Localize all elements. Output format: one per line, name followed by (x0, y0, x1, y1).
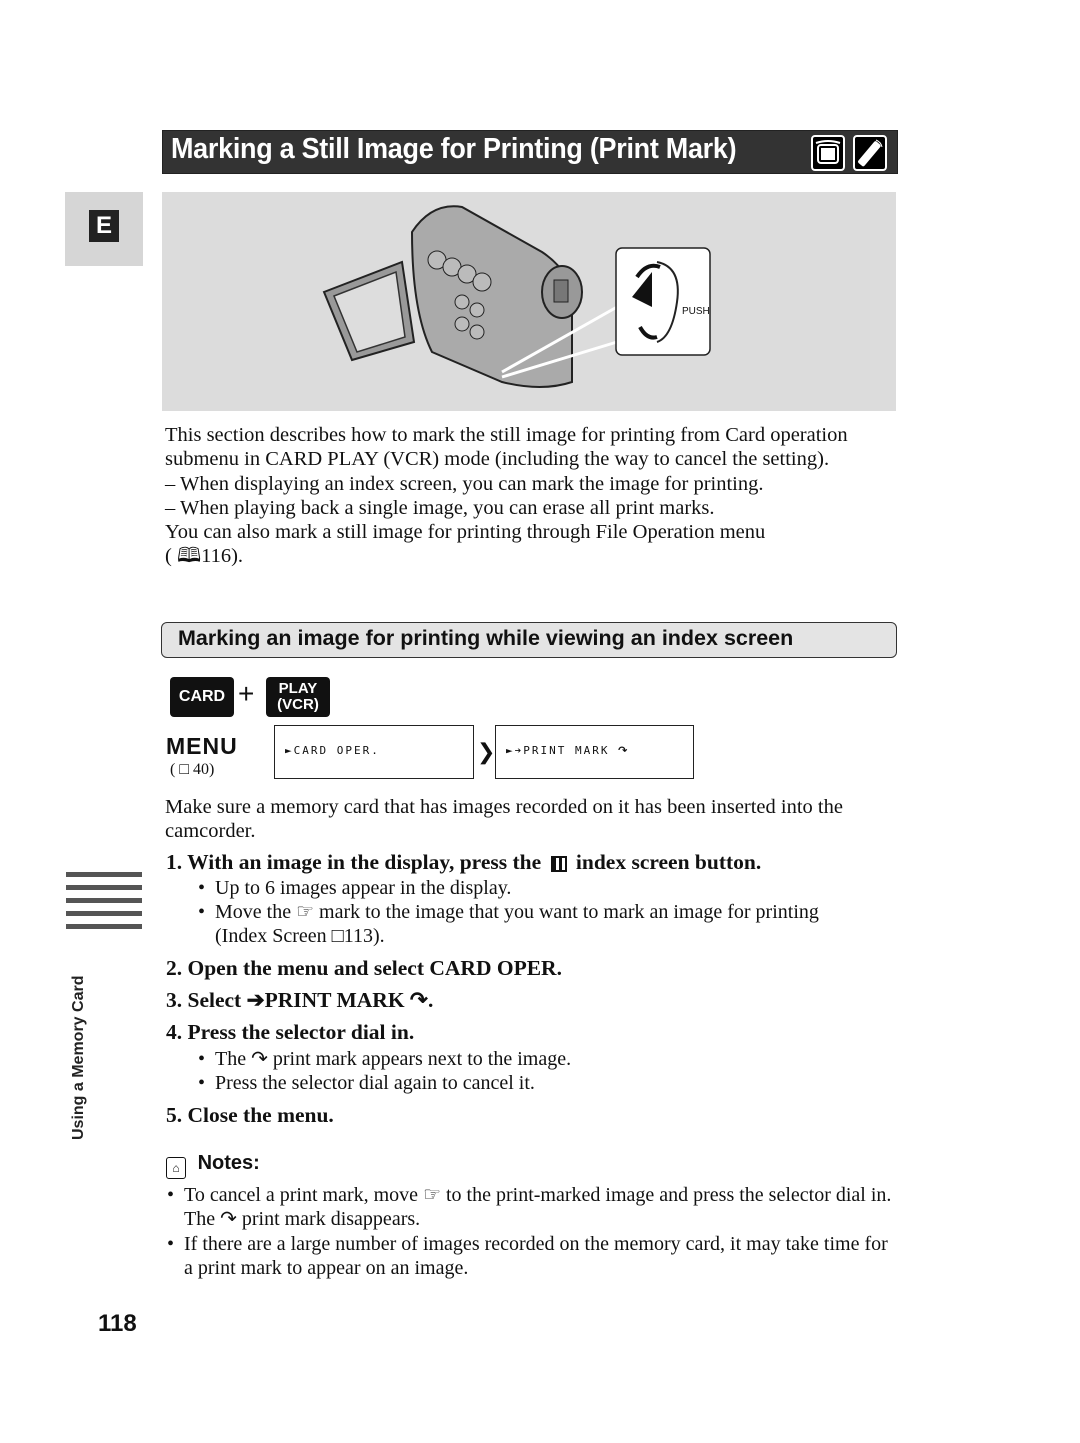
note-item: If there are a large number of images re… (167, 1232, 899, 1281)
chapter-bar (66, 885, 142, 890)
card-mode-key: CARD (170, 677, 234, 717)
step-text-b: index screen button. (575, 850, 762, 874)
camcorder-icon (811, 135, 845, 171)
menu-page-ref: ( □ 40) (170, 761, 215, 778)
play-vcr-mode-key: PLAY (VCR) (266, 677, 330, 717)
step-1-bullet: Up to 6 images appear in the display. (198, 876, 855, 901)
notes-icon: ⌂ (166, 1157, 186, 1179)
intro-also: You can also mark a still image for prin… (165, 521, 766, 544)
menu-item-print-mark: ►➔PRINT MARK (506, 744, 610, 757)
step-text: Open the menu and select CARD OPER. (187, 956, 562, 980)
step-number: 4. (166, 1020, 183, 1044)
intro-dash-item: – When displaying an index screen, you c… (165, 472, 764, 495)
step-1: 1. With an image in the display, press t… (166, 850, 761, 875)
notes-title: Notes: (197, 1152, 260, 1174)
menu-screen-card-oper: ►CARD OPER. (274, 725, 474, 779)
step-3: 3. Select ➔PRINT MARK ↷. (166, 988, 433, 1013)
step-text: Press the selector dial in. (187, 1020, 415, 1044)
menu-screen-print-mark: ►➔PRINT MARK ↷ (495, 725, 694, 779)
language-tab: E (65, 192, 143, 266)
step-number: 1. (166, 850, 183, 874)
page-number: 118 (98, 1310, 137, 1337)
intro-section: This section describes how to mark the s… (165, 423, 905, 569)
menu-next-arrow-icon: ❯ (477, 740, 496, 765)
chapter-label: Using a Memory Card (70, 975, 87, 1140)
prerequisite-text: Make sure a memory card that has images … (165, 796, 843, 843)
step-4-bullet: The ↷ print mark appears next to the ima… (198, 1047, 855, 1072)
chapter-bar (66, 872, 142, 877)
section-subheading: Marking an image for printing while view… (161, 622, 897, 658)
step-number: 5. (166, 1103, 183, 1127)
menu-label: MENU (166, 733, 238, 759)
chapter-bar (66, 924, 142, 929)
vcr-label: (VCR) (277, 696, 319, 713)
step-number: 3. (166, 988, 183, 1012)
play-label: PLAY (278, 680, 318, 697)
plus-sign: + (238, 678, 255, 709)
step-2: 2. Open the menu and select CARD OPER. (166, 956, 562, 981)
step-1-bullet: Move the ☞ mark to the image that you wa… (198, 900, 855, 949)
menu-item-card-oper: ►CARD OPER. (285, 744, 380, 757)
step-text: Close the menu. (187, 1103, 334, 1127)
step-text: Select ➔PRINT MARK ↷. (187, 988, 434, 1012)
step-4: 4. Press the selector dial in. (166, 1020, 414, 1045)
step-4-bullet: Press the selector dial again to cancel … (198, 1071, 855, 1096)
print-mark-icon: ↷ (618, 744, 630, 757)
subheading-text: Marking an image for printing while view… (178, 626, 794, 650)
chapter-marker (66, 872, 142, 937)
chapter-bar (66, 911, 142, 916)
intro-dash-item: – When playing back a single image, you … (165, 496, 715, 519)
intro-paragraph: This section describes how to mark the s… (165, 424, 848, 471)
page-title-bar: Marking a Still Image for Printing (Prin… (162, 130, 898, 174)
note-item: To cancel a print mark, move ☞ to the pr… (167, 1183, 899, 1232)
remote-control-icon (853, 135, 887, 171)
language-letter: E (89, 210, 119, 242)
step-5: 5. Close the menu. (166, 1103, 334, 1128)
intro-also-ref: ( 🕮116). (165, 545, 244, 568)
chapter-bar (66, 898, 142, 903)
index-screen-icon (550, 856, 567, 873)
step-text: With an image in the display, press the (187, 850, 542, 874)
camcorder-illustration: PUSH (162, 192, 896, 411)
notes-heading: ⌂ Notes: (166, 1152, 260, 1179)
step-number: 2. (166, 956, 183, 980)
push-label: PUSH (682, 306, 710, 317)
page-title: Marking a Still Image for Printing (Prin… (171, 133, 737, 165)
